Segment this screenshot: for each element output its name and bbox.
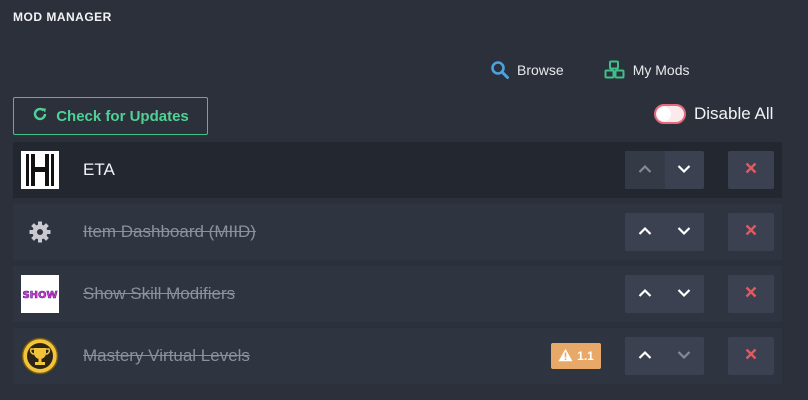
move-down-button[interactable] xyxy=(665,213,705,251)
check-for-updates-button[interactable]: Check for Updates xyxy=(13,97,208,135)
close-icon xyxy=(745,223,757,241)
move-down-button[interactable] xyxy=(665,337,705,375)
show-logo-text: SHOW xyxy=(22,290,57,301)
top-nav: Browse My Mods xyxy=(490,60,689,80)
mod-name: Item Dashboard (MIID) xyxy=(83,222,256,241)
reorder-controls xyxy=(625,337,704,375)
refresh-icon xyxy=(32,106,48,126)
mod-list: ETA Item Dashboard (MIID) SHOW Show Skil… xyxy=(13,142,782,390)
close-icon xyxy=(745,347,757,365)
cubes-icon xyxy=(604,60,626,80)
mod-name: Show Skill Modifiers xyxy=(83,284,236,303)
chevron-up-icon xyxy=(638,285,652,303)
close-icon xyxy=(745,161,757,179)
show-logo-icon: SHOW xyxy=(21,275,59,313)
browse-label: Browse xyxy=(517,62,564,78)
move-down-button[interactable] xyxy=(665,275,705,313)
warning-icon xyxy=(558,348,573,365)
chevron-up-icon xyxy=(638,223,652,241)
trophy-icon xyxy=(21,337,59,375)
my-mods-link[interactable]: My Mods xyxy=(604,60,690,80)
move-down-button[interactable] xyxy=(665,151,705,189)
eta-logo-icon xyxy=(21,151,59,189)
disable-all-toggle[interactable]: Disable All xyxy=(654,104,773,124)
move-up-button[interactable] xyxy=(625,275,665,313)
remove-mod-button[interactable] xyxy=(728,275,774,313)
gear-icon xyxy=(21,213,59,251)
mod-row[interactable]: Item Dashboard (MIID) xyxy=(13,204,782,260)
chevron-down-icon xyxy=(677,223,691,241)
move-up-button[interactable] xyxy=(625,213,665,251)
chevron-down-icon xyxy=(677,347,691,365)
my-mods-label: My Mods xyxy=(632,62,690,78)
reorder-controls xyxy=(625,213,704,251)
close-icon xyxy=(745,285,757,303)
remove-mod-button[interactable] xyxy=(728,213,774,251)
chevron-up-icon xyxy=(638,347,652,365)
reorder-controls xyxy=(625,151,704,189)
warning-version: 1.1 xyxy=(577,349,594,363)
check-for-updates-label: Check for Updates xyxy=(56,107,189,125)
search-icon xyxy=(490,60,510,80)
remove-mod-button[interactable] xyxy=(728,337,774,375)
move-up-button[interactable] xyxy=(625,151,665,189)
move-up-button[interactable] xyxy=(625,337,665,375)
disable-all-label: Disable All xyxy=(694,104,774,123)
chevron-up-icon xyxy=(638,161,652,179)
chevron-down-icon xyxy=(677,285,691,303)
mod-name: ETA xyxy=(83,160,115,179)
remove-mod-button[interactable] xyxy=(728,151,774,189)
mod-row[interactable]: Mastery Virtual Levels 1.1 xyxy=(13,328,782,384)
chevron-down-icon xyxy=(677,161,691,179)
mod-row[interactable]: SHOW Show Skill Modifiers xyxy=(13,266,782,322)
browse-link[interactable]: Browse xyxy=(490,60,564,80)
mod-name: Mastery Virtual Levels xyxy=(83,346,250,365)
toggle-switch[interactable] xyxy=(654,104,686,124)
warning-badge: 1.1 xyxy=(551,343,601,369)
reorder-controls xyxy=(625,275,704,313)
page-title: MOD MANAGER xyxy=(13,10,112,24)
mod-row[interactable]: ETA xyxy=(13,142,782,198)
